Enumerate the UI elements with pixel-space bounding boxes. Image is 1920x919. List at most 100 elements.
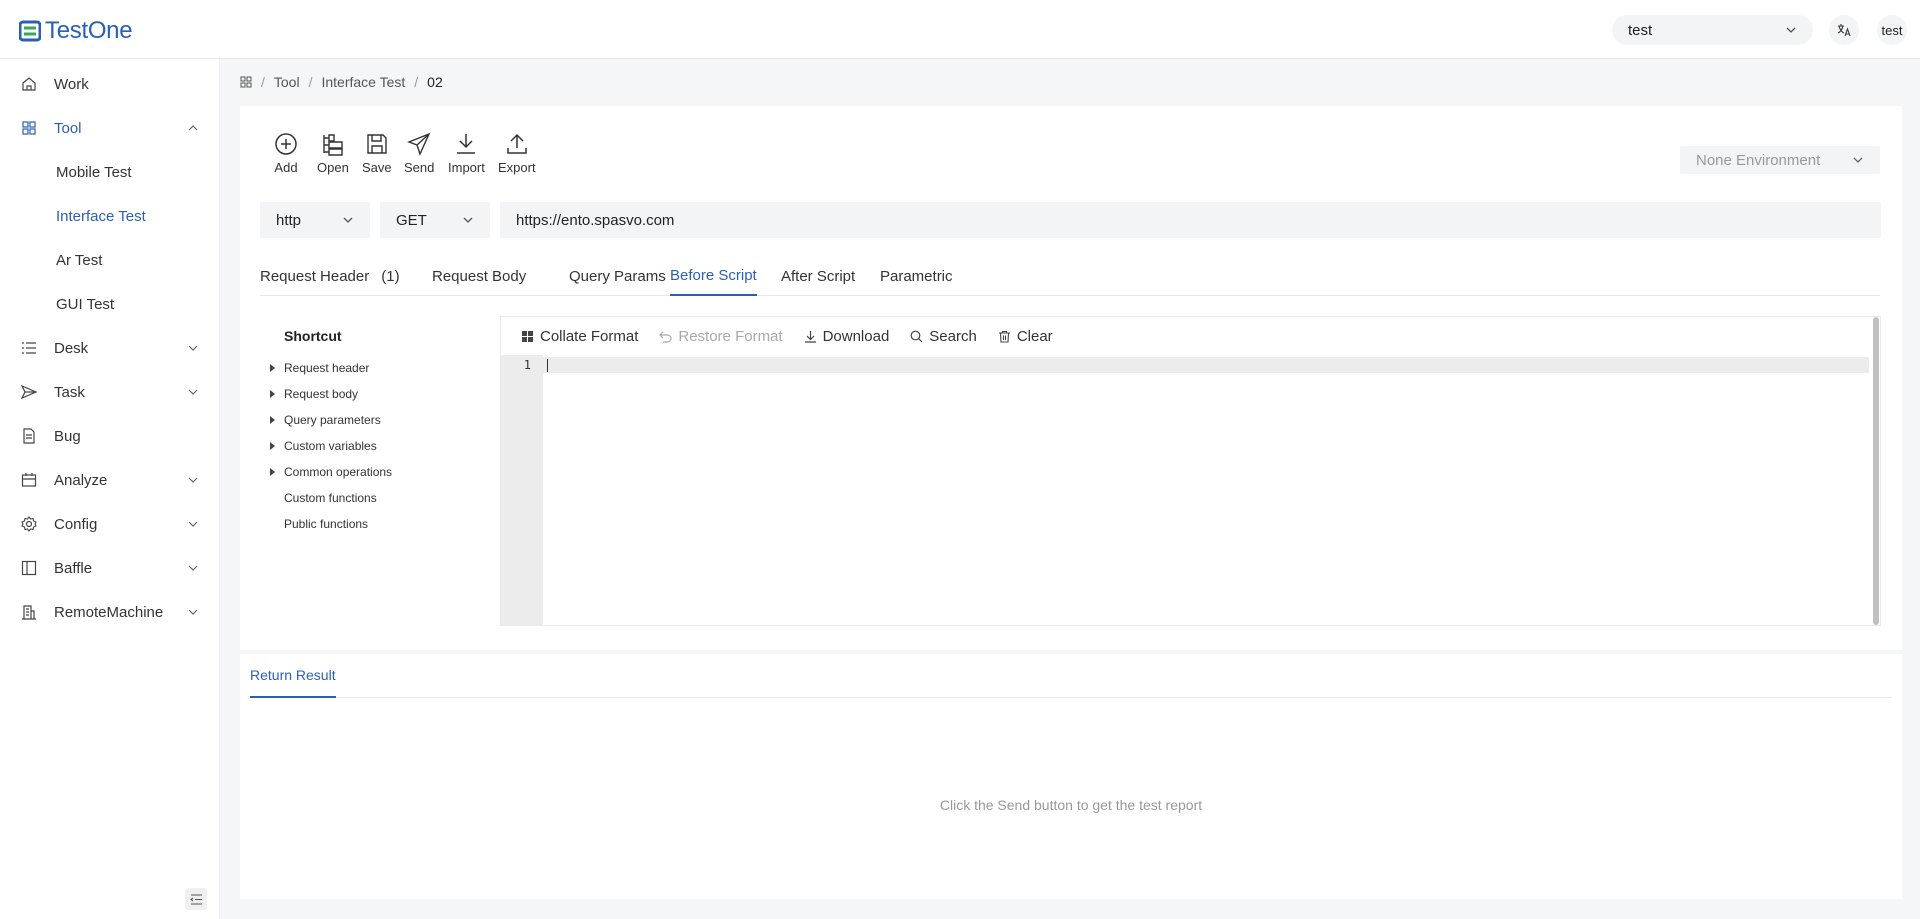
sidebar-item-label: Baffle: [54, 559, 93, 577]
shortcut-item-public-functions[interactable]: Public functions: [284, 517, 368, 531]
tab-label: Request Header: [260, 267, 370, 285]
undo-icon: [659, 331, 672, 343]
download-button[interactable]: Download: [804, 328, 889, 345]
file-icon: [23, 428, 35, 444]
logo-mark-icon: [19, 20, 41, 42]
menu-fold-icon: [189, 893, 202, 905]
sidebar-item-analyze[interactable]: Analyze: [0, 460, 220, 500]
sidebar-collapse-button[interactable]: [185, 888, 207, 910]
sidebar-subitem-gui-test[interactable]: GUI Test: [56, 284, 114, 324]
shortcut-item-label: Custom functions: [284, 491, 377, 505]
shortcut-item-request-header[interactable]: Request header: [270, 361, 370, 375]
apps-icon: [522, 330, 533, 342]
export-button[interactable]: Export: [498, 132, 536, 175]
app-grid-icon[interactable]: [240, 76, 252, 88]
tab-query-params[interactable]: Query Params: [569, 256, 666, 296]
trash-icon: [998, 330, 1010, 343]
sidebar-subitem-label: Ar Test: [56, 251, 103, 269]
sidebar-item-tool[interactable]: Tool: [0, 108, 220, 148]
add-button[interactable]: Add: [274, 132, 298, 175]
sidebar-item-desk[interactable]: Desk: [0, 328, 220, 368]
editor-active-line[interactable]: [543, 357, 1869, 373]
collate-format-button[interactable]: Collate Format: [521, 328, 638, 345]
shortcut-item-label: Query parameters: [284, 413, 381, 427]
chevron-down-icon: [463, 217, 473, 223]
breadcrumb-item-interface-test[interactable]: Interface Test: [321, 74, 405, 90]
send-icon: [407, 132, 431, 156]
breadcrumb-separator: /: [308, 74, 313, 90]
import-button[interactable]: Import: [448, 132, 485, 175]
sidebar-item-task[interactable]: Task: [0, 372, 220, 412]
breadcrumb: / Tool / Interface Test / 02: [240, 74, 443, 90]
export-button-label: Export: [498, 160, 536, 175]
chevron-up-icon: [188, 125, 198, 131]
sidebar-subitem-ar-test[interactable]: Ar Test: [56, 240, 102, 280]
caret-right-icon: [270, 390, 275, 398]
send-icon: [21, 384, 37, 400]
shortcut-item-custom-functions[interactable]: Custom functions: [284, 491, 377, 505]
clear-label: Clear: [1016, 327, 1053, 345]
environment-select[interactable]: None Environment: [1680, 146, 1880, 174]
sidebar-item-label: RemoteMachine: [54, 603, 164, 621]
editor-caret: [547, 359, 548, 372]
translate-button[interactable]: [1829, 15, 1859, 45]
tab-request-body[interactable]: Request Body: [432, 256, 526, 296]
sidebar-subitem-mobile-test[interactable]: Mobile Test: [56, 152, 132, 192]
editor-scrollbar[interactable]: [1873, 317, 1879, 625]
sidebar-item-label: Desk: [54, 339, 89, 357]
sidebar-item-label: Tool: [54, 119, 82, 137]
caret-right-icon: [270, 416, 275, 424]
app-logo[interactable]: TestOne: [19, 17, 133, 45]
tab-after-script[interactable]: After Script: [781, 256, 855, 296]
user-avatar[interactable]: test: [1877, 15, 1907, 45]
list-icon: [22, 342, 36, 354]
sidebar-item-remotemachine[interactable]: RemoteMachine: [0, 592, 220, 632]
breadcrumb-item-tool[interactable]: Tool: [274, 74, 300, 90]
upload-icon: [507, 133, 527, 154]
sidebar-item-bug[interactable]: Bug: [0, 416, 220, 456]
method-select[interactable]: GET: [380, 202, 490, 238]
sidebar-subitem-interface-test[interactable]: Interface Test: [56, 196, 146, 236]
shortcut-item-label: Request header: [284, 361, 370, 375]
line-number: 1: [523, 358, 531, 372]
shortcut-item-query-parameters[interactable]: Query parameters: [270, 413, 381, 427]
tab-request-header[interactable]: Request Header (1): [260, 256, 400, 296]
top-header: TestOne test test: [0, 0, 1920, 59]
home-icon: [22, 77, 36, 91]
tab-before-script[interactable]: Before Script: [670, 256, 757, 296]
open-button[interactable]: Open: [317, 132, 349, 175]
send-button[interactable]: Send: [404, 132, 434, 175]
folder-tree-icon: [323, 134, 343, 156]
sidebar-item-config[interactable]: Config: [0, 504, 220, 544]
request-tabs: Request Header (1) Request Body Query Pa…: [260, 256, 1880, 296]
sidebar-item-baffle[interactable]: Baffle: [0, 548, 220, 588]
sidebar-item-label: Work: [54, 75, 89, 93]
shortcut-item-common-operations[interactable]: Common operations: [270, 465, 392, 479]
search-label: Search: [929, 327, 977, 345]
plus-circle-icon: [275, 133, 297, 155]
url-input[interactable]: https://ento.spasvo.com: [500, 202, 1881, 238]
search-icon: [910, 330, 923, 342]
clear-button[interactable]: Clear: [998, 328, 1053, 345]
shortcut-item-request-body[interactable]: Request body: [270, 387, 358, 401]
user-avatar-label: test: [1881, 22, 1903, 38]
sidebar-item-work[interactable]: Work: [0, 64, 220, 104]
save-button[interactable]: Save: [362, 132, 392, 175]
script-editor[interactable]: Collate Format Restore Format Download S…: [500, 316, 1881, 626]
protocol-select[interactable]: http: [260, 202, 370, 238]
editor-gutter: 1: [501, 355, 543, 626]
project-select[interactable]: test: [1612, 15, 1813, 45]
project-select-value: test: [1628, 21, 1653, 39]
tab-return-result[interactable]: Return Result: [250, 654, 336, 698]
chevron-down-icon: [188, 521, 198, 527]
caret-right-icon: [270, 442, 275, 450]
breadcrumb-separator: /: [414, 74, 419, 90]
send-button-label: Send: [404, 160, 435, 175]
shortcut-item-custom-variables[interactable]: Custom variables: [270, 439, 377, 453]
search-button[interactable]: Search: [910, 328, 977, 345]
restore-format-button[interactable]: Restore Format: [659, 328, 783, 345]
tab-parametric[interactable]: Parametric: [880, 256, 953, 296]
sidebar: Work Tool Mobile Test Interface Test Ar …: [0, 59, 220, 919]
sidebar-subitem-label: GUI Test: [56, 295, 115, 313]
request-panel: Add Open Save Send Import Export None En…: [240, 106, 1902, 650]
